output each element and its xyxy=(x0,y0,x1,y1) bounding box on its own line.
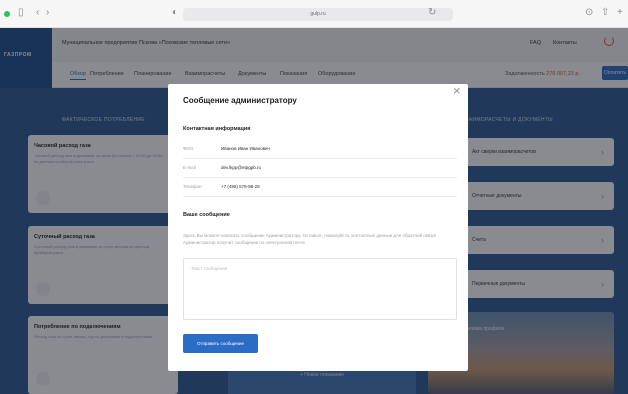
address-bar[interactable]: gulp.ru xyxy=(183,8,453,21)
dialog-title: Сообщение администратору xyxy=(183,96,297,105)
share-icon[interactable]: ⇧ xyxy=(601,7,609,19)
field-value: +7 (495) 578-98-29 xyxy=(221,184,260,189)
privacy-shield-icon: ◐ xyxy=(172,7,179,18)
window-control-dot[interactable] xyxy=(4,11,10,17)
contact-row-name: ФИО Иванов Иван Иванович xyxy=(183,140,457,159)
field-label: Телефон xyxy=(183,184,202,189)
contact-section-title: Контактная информация xyxy=(183,126,251,132)
chevron-left-icon[interactable]: ‹ xyxy=(36,7,39,19)
chevron-right-icon[interactable]: › xyxy=(46,7,49,19)
reload-icon[interactable]: ↻ xyxy=(428,7,436,19)
browser-toolbar: ▯ ‹ › ◐ gulp.ru ↻ ⊙ ⇧ + xyxy=(0,0,628,28)
download-icon[interactable]: ⊙ xyxy=(585,7,593,19)
field-label: ФИО xyxy=(183,146,194,151)
message-section-title: Ваше сообщение xyxy=(183,212,230,218)
close-icon[interactable]: × xyxy=(453,84,461,98)
field-label: E-mail xyxy=(183,165,196,170)
sidebar-toggle-icon[interactable]: ▯ xyxy=(18,7,24,19)
field-value: dev.lkpp@etpgpb.ru xyxy=(221,165,262,170)
message-description: Здесь Вы можете написать сообщение Админ… xyxy=(183,233,437,245)
new-tab-icon[interactable]: + xyxy=(617,7,623,19)
contact-row-phone: Телефон +7 (495) 578-98-29 xyxy=(183,178,457,197)
address-bar-url: gulp.ru xyxy=(310,11,326,17)
message-textarea[interactable] xyxy=(183,258,457,320)
admin-message-dialog: Сообщение администратору × Контактная ин… xyxy=(168,84,468,371)
contact-row-email: E-mail dev.lkpp@etpgpb.ru xyxy=(183,159,457,178)
send-message-button[interactable]: Отправить сообщение xyxy=(183,334,258,353)
field-value: Иванов Иван Иванович xyxy=(221,146,270,151)
